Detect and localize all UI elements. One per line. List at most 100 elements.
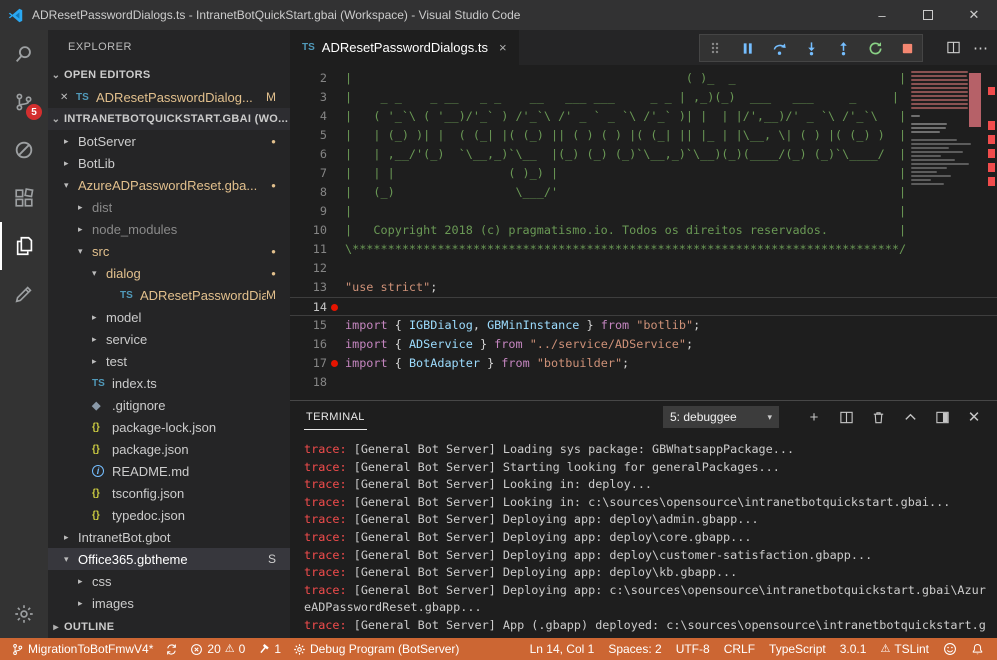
- language-mode[interactable]: TypeScript: [764, 638, 831, 660]
- minimize-button[interactable]: –: [859, 0, 905, 30]
- tree-item-tsconfig-json[interactable]: {}tsconfig.json: [48, 482, 290, 504]
- pause-button[interactable]: [738, 37, 756, 59]
- line-number[interactable]: 18: [290, 373, 345, 392]
- notifications-bell-icon[interactable]: [966, 638, 989, 660]
- split-terminal-icon[interactable]: [835, 406, 857, 428]
- stop-button[interactable]: [898, 37, 916, 59]
- feedback-smiley-icon[interactable]: [938, 638, 962, 660]
- close-panel-icon[interactable]: ✕: [963, 406, 985, 428]
- code-line-3[interactable]: 3| _ _ _ __ _ _ __ ___ ___ _ _ | ,_)(_) …: [290, 88, 997, 107]
- typescript-version[interactable]: 3.0.1: [835, 638, 872, 660]
- code-line-16[interactable]: 16import { ADService } from "../service/…: [290, 335, 997, 354]
- toggle-panel-position-icon[interactable]: [931, 406, 953, 428]
- split-editor-icon[interactable]: [946, 40, 961, 55]
- extensions-icon[interactable]: [0, 174, 48, 222]
- tree-item-intranetbot-gbot[interactable]: ▸IntranetBot.gbot: [48, 526, 290, 548]
- terminal-instance-dropdown[interactable]: 5: debuggee ▾: [663, 406, 779, 428]
- code-line-12[interactable]: 12: [290, 259, 997, 278]
- code-line-7[interactable]: 7| | | ( )_) | |: [290, 164, 997, 183]
- problems-indicator[interactable]: 20 ⚠ 0: [185, 638, 250, 660]
- tree-item-src[interactable]: ▾src●: [48, 240, 290, 262]
- sync-button[interactable]: [160, 638, 183, 660]
- indentation-setting[interactable]: Spaces: 2: [603, 638, 666, 660]
- code-line-5[interactable]: 5| | (_) )| | ( (_| |( (_) || ( ) ( ) |(…: [290, 126, 997, 145]
- explorer-files-icon[interactable]: [0, 222, 48, 270]
- line-number[interactable]: 7: [290, 164, 345, 183]
- tree-item-index-ts[interactable]: TSindex.ts: [48, 372, 290, 394]
- line-number[interactable]: 4: [290, 107, 345, 126]
- restart-button[interactable]: [866, 37, 884, 59]
- line-number[interactable]: 3: [290, 88, 345, 107]
- line-number[interactable]: 5: [290, 126, 345, 145]
- tree-item-botserver[interactable]: ▸BotServer●: [48, 130, 290, 152]
- git-branch-indicator[interactable]: MigrationToBotFmwV4*: [6, 638, 158, 660]
- more-actions-icon[interactable]: ⋯: [973, 39, 989, 57]
- settings-gear-icon[interactable]: [0, 590, 48, 638]
- tree-item-office365-gbtheme[interactable]: ▾Office365.gbthemeS: [48, 548, 290, 570]
- line-number[interactable]: 8: [290, 183, 345, 202]
- tasks-indicator[interactable]: 1: [252, 638, 286, 660]
- code-line-9[interactable]: 9| |: [290, 202, 997, 221]
- tree-item-azureadpasswordreset-gba[interactable]: ▾AzureADPasswordReset.gba...●: [48, 174, 290, 196]
- code-line-13[interactable]: 13"use strict";: [290, 278, 997, 297]
- edit-pencil-icon[interactable]: [0, 270, 48, 318]
- source-control-icon[interactable]: 5: [0, 78, 48, 126]
- line-number[interactable]: 2: [290, 69, 345, 88]
- code-line-15[interactable]: 15import { IGBDialog, GBMinInstance } fr…: [290, 316, 997, 335]
- tree-item-service[interactable]: ▸service: [48, 328, 290, 350]
- tree-item-node-modules[interactable]: ▸node_modules: [48, 218, 290, 240]
- kill-terminal-trash-icon[interactable]: [867, 406, 889, 428]
- drag-grip-icon[interactable]: [706, 37, 724, 59]
- tree-item-package-json[interactable]: {}package.json: [48, 438, 290, 460]
- encoding-setting[interactable]: UTF-8: [671, 638, 715, 660]
- code-line-4[interactable]: 4| ( '_`\ ( '__)/'_` ) /'_`\ /' _ ` _ `\…: [290, 107, 997, 126]
- tree-item-adresetpassworddial[interactable]: TSADResetPasswordDial...M: [48, 284, 290, 306]
- tree-item-test[interactable]: ▸test: [48, 350, 290, 372]
- code-line-6[interactable]: 6| | ,__/'(_) `\__,_)`\__ |(_) (_) (_)`\…: [290, 145, 997, 164]
- open-editors-header[interactable]: ⌄ OPEN EDITORS: [48, 64, 290, 86]
- tree-item-typedoc-json[interactable]: {}typedoc.json: [48, 504, 290, 526]
- close-tab-icon[interactable]: ×: [499, 40, 507, 55]
- code-line-2[interactable]: 2| ( )_ _ |: [290, 69, 997, 88]
- line-number[interactable]: 9: [290, 202, 345, 221]
- tslint-status[interactable]: ⚠ TSLint: [875, 638, 934, 660]
- close-editor-icon[interactable]: ✕: [60, 92, 76, 103]
- search-icon[interactable]: [0, 30, 48, 78]
- editor-tab-adresetpassworddialogs[interactable]: TS ADResetPasswordDialogs.ts ×: [290, 30, 519, 65]
- terminal-tab[interactable]: TERMINAL: [304, 405, 367, 430]
- open-editor-item-adresetpassworddialog[interactable]: ✕TSADResetPasswordDialog...M: [48, 86, 290, 108]
- maximize-panel-chevron-icon[interactable]: [899, 406, 921, 428]
- debug-status[interactable]: Debug Program (BotServer): [288, 638, 464, 660]
- tree-item-dialog[interactable]: ▾dialog●: [48, 262, 290, 284]
- line-number[interactable]: 6: [290, 145, 345, 164]
- cursor-position[interactable]: Ln 14, Col 1: [525, 638, 600, 660]
- line-number[interactable]: 11: [290, 240, 345, 259]
- minimap[interactable]: [911, 71, 981, 185]
- code-line-10[interactable]: 10| Copyright 2018 (c) pragmatismo.io. T…: [290, 221, 997, 240]
- outline-header[interactable]: ▸ OUTLINE: [48, 616, 290, 638]
- eol-setting[interactable]: CRLF: [719, 638, 760, 660]
- terminal-output[interactable]: trace: [General Bot Server] Loading sys …: [290, 433, 997, 638]
- code-line-8[interactable]: 8| (_) \___/' |: [290, 183, 997, 202]
- line-number[interactable]: 10: [290, 221, 345, 240]
- code-line-17[interactable]: 17import { BotAdapter } from "botbuilder…: [290, 354, 997, 373]
- tree-item-gitignore[interactable]: ◆.gitignore: [48, 394, 290, 416]
- tree-item-css[interactable]: ▸css: [48, 570, 290, 592]
- new-terminal-button[interactable]: +: [803, 406, 825, 428]
- tree-item-dist[interactable]: ▸dist: [48, 196, 290, 218]
- debug-icon[interactable]: [0, 126, 48, 174]
- maximize-button[interactable]: [905, 0, 951, 30]
- code-line-11[interactable]: 11\*************************************…: [290, 240, 997, 259]
- tree-item-model[interactable]: ▸model: [48, 306, 290, 328]
- breakpoint-icon[interactable]: [331, 304, 338, 311]
- step-over-button[interactable]: [770, 37, 788, 59]
- line-number[interactable]: 15: [290, 316, 345, 335]
- code-line-18[interactable]: 18: [290, 373, 997, 392]
- step-out-button[interactable]: [834, 37, 852, 59]
- line-number[interactable]: 12: [290, 259, 345, 278]
- step-into-button[interactable]: [802, 37, 820, 59]
- tree-item-readme-md[interactable]: iREADME.md: [48, 460, 290, 482]
- tree-item-botlib[interactable]: ▸BotLib: [48, 152, 290, 174]
- code-line-14[interactable]: 14: [290, 297, 997, 316]
- breakpoint-icon[interactable]: [331, 360, 338, 367]
